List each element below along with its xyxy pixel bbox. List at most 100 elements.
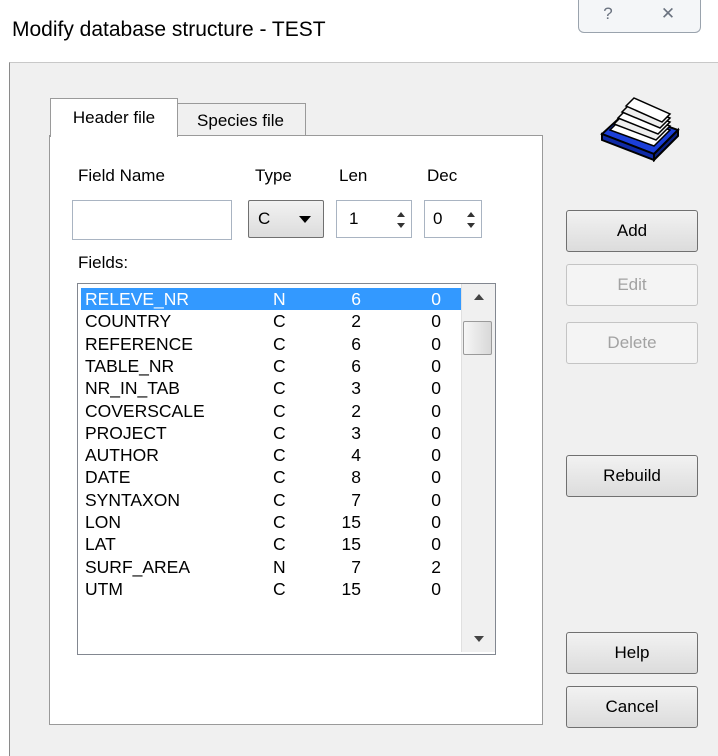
field-name-cell: SURF_AREA — [85, 556, 191, 577]
field-type-cell: C — [273, 445, 286, 466]
tab-label: Header file — [72, 108, 156, 127]
field-dec-cell: 0 — [431, 355, 441, 376]
field-name-cell: REFERENCE — [85, 333, 193, 354]
table-row[interactable]: COUNTRY C 2 0 — [81, 310, 469, 332]
vertical-scrollbar[interactable] — [461, 284, 495, 652]
table-row[interactable]: REFERENCE C 6 0 — [81, 333, 469, 355]
field-name-cell: LAT — [85, 534, 116, 555]
close-button[interactable]: ✕ — [636, 0, 701, 33]
field-name-cell: DATE — [85, 467, 131, 488]
field-name-cell: TABLE_NR — [85, 355, 175, 376]
dec-spinner[interactable]: 0 — [424, 200, 482, 238]
field-type-cell: C — [273, 333, 286, 354]
field-len-cell: 6 — [351, 355, 361, 376]
table-row[interactable]: SURF_AREA N 7 2 — [81, 556, 469, 578]
field-len-cell: 8 — [351, 467, 361, 488]
field-len-cell: 2 — [351, 400, 361, 421]
field-dec-cell: 0 — [431, 489, 441, 510]
field-type-cell: C — [273, 489, 286, 510]
len-spinner[interactable]: 1 — [336, 200, 412, 238]
field-dec-cell: 0 — [431, 378, 441, 399]
edit-button[interactable]: Edit — [566, 264, 698, 306]
field-len-cell: 3 — [351, 378, 361, 399]
rebuild-button[interactable]: Rebuild — [566, 455, 698, 497]
fields-listbox[interactable]: RELEVE_NR N 6 0 COUNTRY C 2 0 REFERENCE C 6 0 TABLE_… — [77, 283, 496, 655]
field-name-cell: LON — [85, 512, 121, 532]
field-dec-cell: 0 — [431, 400, 441, 421]
table-row[interactable]: TABLE_NR C 6 0 — [81, 355, 469, 377]
field-type-cell: N — [273, 556, 286, 577]
scroll-thumb[interactable] — [463, 321, 492, 355]
add-button[interactable]: Add — [566, 210, 698, 252]
table-row[interactable]: RELEVE_NR N 6 0 — [81, 288, 469, 310]
field-name-cell: NR_IN_TAB — [85, 378, 180, 399]
table-row[interactable]: COVERSCALE C 2 0 — [81, 400, 469, 422]
tab-species-file[interactable]: Species file — [176, 103, 306, 137]
dec-label: Dec — [427, 166, 458, 185]
table-row[interactable]: SYNTAXON C 7 0 — [81, 489, 469, 511]
field-dec-cell: 0 — [431, 333, 441, 354]
close-icon: ✕ — [660, 4, 676, 23]
field-dec-cell: 0 — [431, 512, 441, 532]
field-type-cell: C — [273, 534, 286, 555]
title-bar: Modify database structure - TEST ? ✕ — [0, 0, 718, 62]
field-name-cell: COVERSCALE — [85, 400, 205, 421]
help-title-button[interactable]: ? — [578, 0, 638, 33]
table-row[interactable]: AUTHOR C 4 0 — [81, 444, 469, 466]
field-dec-cell: 0 — [431, 422, 441, 443]
field-len-cell: 3 — [351, 422, 361, 443]
field-len-cell: 2 — [351, 311, 361, 332]
field-name-cell: RELEVE_NR — [85, 289, 190, 309]
len-value: 1 — [349, 209, 359, 228]
table-row[interactable]: DATE C 8 0 — [81, 466, 469, 488]
spin-up-icon[interactable] — [467, 212, 475, 217]
spin-down-icon[interactable] — [467, 223, 475, 228]
field-type-cell: C — [273, 355, 286, 376]
cancel-button[interactable]: Cancel — [566, 686, 698, 728]
field-len-cell: 15 — [341, 512, 361, 532]
field-type-cell: C — [273, 422, 286, 443]
field-len-cell: 4 — [351, 445, 361, 466]
field-dec-cell: 0 — [431, 289, 441, 309]
fields-label: Fields: — [78, 253, 129, 272]
field-name-input[interactable] — [72, 200, 232, 240]
help-button[interactable]: Help — [566, 632, 698, 674]
field-type-cell: C — [273, 311, 286, 332]
field-name-label: Field Name — [78, 166, 165, 185]
window-title: Modify database structure - TEST — [12, 18, 326, 41]
field-dec-cell: 0 — [431, 534, 441, 555]
chevron-down-icon — [299, 216, 311, 223]
spin-up-icon[interactable] — [397, 212, 405, 217]
spin-down-icon[interactable] — [397, 223, 405, 228]
table-row[interactable]: LAT C 15 0 — [81, 533, 469, 555]
field-type-cell: N — [273, 289, 286, 309]
table-row[interactable]: PROJECT C 3 0 — [81, 422, 469, 444]
scroll-down-icon[interactable] — [474, 636, 484, 642]
tab-label: Species file — [197, 111, 284, 130]
field-type-cell: C — [273, 512, 286, 532]
field-dec-cell: 0 — [431, 467, 441, 488]
type-dropdown[interactable]: C — [248, 200, 324, 238]
table-row[interactable]: NR_IN_TAB C 3 0 — [81, 377, 469, 399]
field-type-cell: C — [273, 400, 286, 421]
field-len-cell: 7 — [351, 489, 361, 510]
card-file-box-icon — [600, 97, 680, 162]
field-dec-cell: 0 — [431, 445, 441, 466]
field-name-cell: AUTHOR — [85, 445, 159, 466]
delete-button[interactable]: Delete — [566, 322, 698, 364]
question-icon: ? — [603, 4, 613, 23]
field-name-cell: UTM — [85, 578, 123, 599]
field-dec-cell: 0 — [431, 578, 441, 599]
len-label: Len — [339, 166, 368, 185]
field-len-cell: 15 — [341, 578, 361, 599]
table-row[interactable]: UTM C 15 0 — [81, 578, 469, 600]
field-type-cell: C — [273, 578, 286, 599]
field-len-cell: 6 — [351, 333, 361, 354]
field-len-cell: 7 — [351, 556, 361, 577]
field-len-cell: 6 — [351, 289, 361, 309]
scroll-up-icon[interactable] — [474, 294, 484, 300]
tab-header-file[interactable]: Header file — [50, 98, 178, 137]
table-row[interactable]: LON C 15 0 — [81, 511, 469, 533]
field-type-cell: C — [273, 378, 286, 399]
field-dec-cell: 0 — [431, 311, 441, 332]
